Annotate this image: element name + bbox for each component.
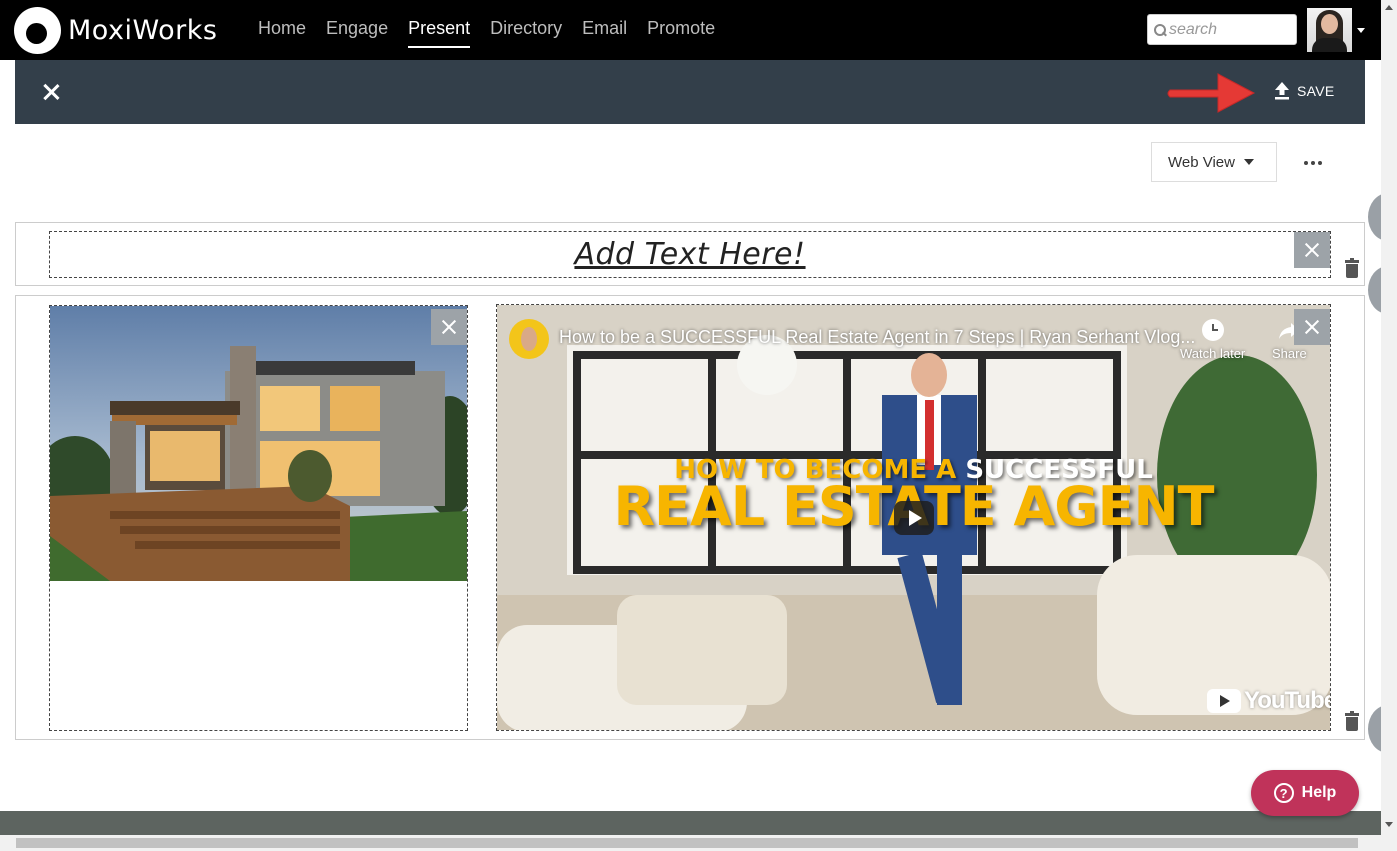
youtube-brand: YouTube — [1244, 687, 1331, 714]
nav-directory[interactable]: Directory — [490, 18, 562, 48]
channel-avatar[interactable] — [509, 319, 549, 359]
footer-bar — [0, 811, 1381, 835]
logo-mark-icon — [14, 7, 61, 54]
close-editor-icon[interactable] — [43, 84, 59, 100]
scroll-up-icon[interactable] — [1385, 5, 1393, 10]
search-box — [1147, 14, 1297, 45]
text-block[interactable]: Add Text Here! — [49, 231, 1331, 278]
nav-home[interactable]: Home — [258, 18, 306, 48]
red-arrow-icon — [1167, 73, 1256, 113]
save-button[interactable]: SAVE — [1274, 82, 1335, 100]
text-block-content[interactable]: Add Text Here! — [574, 237, 805, 272]
nav-promote[interactable]: Promote — [647, 18, 715, 48]
watch-later-label: Watch later — [1180, 346, 1246, 361]
clock-icon — [1201, 319, 1224, 341]
search-icon — [1154, 23, 1166, 36]
nav-present[interactable]: Present — [408, 18, 471, 48]
youtube-icon — [1207, 689, 1241, 713]
search-input[interactable] — [1169, 20, 1289, 39]
vertical-scrollbar[interactable] — [1381, 0, 1397, 835]
youtube-logo[interactable]: YouTube — [1207, 687, 1331, 715]
play-button[interactable] — [894, 501, 934, 535]
nav-engage[interactable]: Engage — [326, 18, 388, 48]
help-label: Help — [1301, 784, 1337, 801]
remove-image-button[interactable] — [431, 309, 467, 345]
delete-row-1-icon[interactable] — [1345, 258, 1359, 278]
watch-later-button[interactable]: Watch later — [1180, 319, 1245, 361]
chevron-down-icon — [1243, 159, 1254, 165]
share-label: Share — [1272, 346, 1307, 361]
view-select-value: Web View — [1168, 153, 1235, 171]
main-nav: Home Engage Present Directory Email Prom… — [258, 18, 715, 48]
more-options-icon[interactable] — [1304, 161, 1322, 165]
save-label: SAVE — [1297, 83, 1335, 99]
video-block[interactable]: How to be a SUCCESSFUL Real Estate Agent… — [496, 304, 1331, 731]
video-title[interactable]: How to be a SUCCESSFUL Real Estate Agent… — [559, 327, 1195, 348]
question-icon: ? — [1273, 783, 1294, 803]
editor-toolbar — [15, 60, 1365, 124]
horizontal-scroll-thumb[interactable] — [16, 838, 1358, 848]
delete-row-2-icon[interactable] — [1345, 711, 1359, 731]
video-thumbnail[interactable]: How to be a SUCCESSFUL Real Estate Agent… — [497, 305, 1330, 730]
remove-video-button[interactable] — [1294, 309, 1330, 345]
moxiworks-logo[interactable]: MoxiWorks — [14, 7, 217, 54]
user-avatar[interactable] — [1307, 8, 1352, 52]
upload-icon — [1275, 82, 1289, 100]
top-nav-bar: MoxiWorks Home Engage Present Directory … — [0, 0, 1381, 60]
remove-text-block-button[interactable] — [1294, 232, 1330, 268]
view-select[interactable]: Web View — [1151, 142, 1277, 182]
nav-email[interactable]: Email — [582, 18, 627, 48]
user-menu-caret-icon[interactable] — [1357, 28, 1365, 33]
logo-text: MoxiWorks — [68, 15, 218, 46]
horizontal-scrollbar[interactable] — [0, 835, 1397, 851]
scroll-down-icon[interactable] — [1385, 822, 1393, 827]
house-photo — [50, 306, 467, 581]
help-button[interactable]: ? Help — [1251, 770, 1359, 816]
